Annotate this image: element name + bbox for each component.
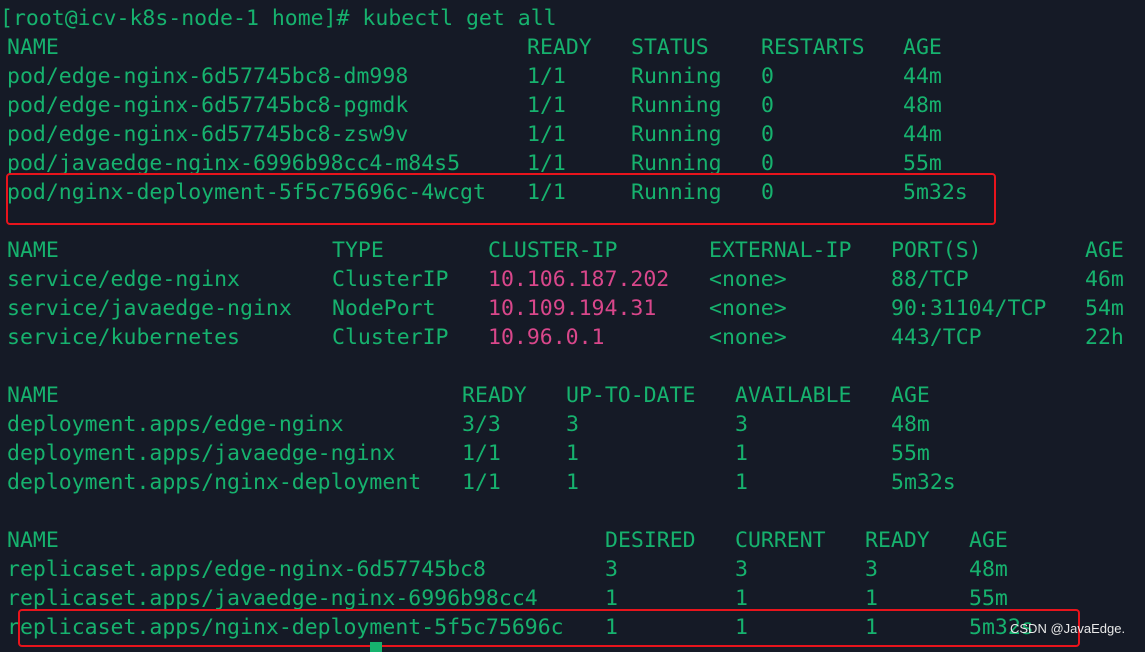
cell: 48m [969, 555, 1008, 584]
cell: pod/edge-nginx-6d57745bc8-dm998 [7, 62, 408, 91]
cell: 10.96.0.1 [488, 323, 605, 352]
cell: NodePort [332, 294, 436, 323]
replicasets-header-row: NAME DESIRED CURRENT READY AGE [0, 526, 1145, 555]
column-header: READY [462, 381, 527, 410]
cell: <none> [709, 294, 787, 323]
deployments-header-row: NAME READY UP-TO-DATE AVAILABLE AGE [0, 381, 1145, 410]
column-header: PORT(S) [891, 236, 982, 265]
cell: pod/edge-nginx-6d57745bc8-zsw9v [7, 120, 408, 149]
highlight-box-pod [6, 173, 996, 225]
cell: 443/TCP [891, 323, 982, 352]
cell: replicaset.apps/edge-nginx-6d57745bc8 [7, 555, 486, 584]
cell: 1/1 [527, 120, 566, 149]
column-header: READY [865, 526, 930, 555]
cell: <none> [709, 323, 787, 352]
replicasets-row: replicaset.apps/edge-nginx-6d57745bc8 3 3 3… [0, 555, 1145, 584]
cell: 54m [1085, 294, 1124, 323]
services-row: service/javaedge-nginx NodePort 10.109.194… [0, 294, 1145, 323]
services-row: service/kubernetes ClusterIP 10.96.0.1 <non… [0, 323, 1145, 352]
cell: Running [631, 62, 722, 91]
cell: 1/1 [462, 439, 501, 468]
cell: 48m [903, 91, 942, 120]
column-header: CLUSTER-IP [488, 236, 617, 265]
cell: 3 [566, 410, 579, 439]
cell: 1/1 [527, 62, 566, 91]
column-header: READY [527, 33, 592, 62]
cell: 22h [1085, 323, 1124, 352]
cell: <none> [709, 265, 787, 294]
cell: 88/TCP [891, 265, 969, 294]
cell: 3/3 [462, 410, 501, 439]
watermark: CSDN @JavaEdge. [1010, 621, 1125, 636]
column-header: CURRENT [735, 526, 826, 555]
highlight-box-replicaset [18, 609, 1080, 647]
cell: Running [631, 91, 722, 120]
cell: 48m [891, 410, 930, 439]
cell: 3 [865, 555, 878, 584]
cell: 0 [761, 62, 774, 91]
cell: 1 [566, 439, 579, 468]
pods-row: pod/edge-nginx-6d57745bc8-dm998 1/1 Runnin… [0, 62, 1145, 91]
cell: 55m [891, 439, 930, 468]
command-line: [root@icv-k8s-node-1 home]# kubectl get … [0, 4, 1145, 33]
cell: service/javaedge-nginx [7, 294, 292, 323]
services-row: service/edge-nginx ClusterIP 10.106.187.20… [0, 265, 1145, 294]
pods-row: pod/edge-nginx-6d57745bc8-pgmdk 1/1 Runnin… [0, 91, 1145, 120]
column-header: DESIRED [605, 526, 696, 555]
cell: 5m32s [891, 468, 956, 497]
column-header: NAME [7, 236, 59, 265]
column-header: AGE [903, 33, 942, 62]
cell: 90:31104/TCP [891, 294, 1046, 323]
pods-row: pod/edge-nginx-6d57745bc8-zsw9v 1/1 Runnin… [0, 120, 1145, 149]
column-header: AVAILABLE [735, 381, 852, 410]
column-header: EXTERNAL-IP [709, 236, 851, 265]
cell: 3 [605, 555, 618, 584]
cell: ClusterIP [332, 323, 449, 352]
cell: deployment.apps/edge-nginx [7, 410, 344, 439]
cell: 1/1 [527, 91, 566, 120]
cell: service/edge-nginx [7, 265, 240, 294]
column-header: STATUS [631, 33, 709, 62]
column-header: TYPE [332, 236, 384, 265]
deployments-row: deployment.apps/javaedge-nginx 1/1 1 1 55m [0, 439, 1145, 468]
cell: service/kubernetes [7, 323, 240, 352]
column-header: AGE [891, 381, 930, 410]
terminal-cursor [370, 642, 382, 652]
cell: 46m [1085, 265, 1124, 294]
cell: 44m [903, 62, 942, 91]
cell: 1/1 [462, 468, 501, 497]
cell: 3 [735, 410, 748, 439]
cell: 0 [761, 91, 774, 120]
cell: pod/edge-nginx-6d57745bc8-pgmdk [7, 91, 408, 120]
cell: 10.106.187.202 [488, 265, 669, 294]
cell: 0 [761, 120, 774, 149]
cell: 3 [735, 555, 748, 584]
cell: 44m [903, 120, 942, 149]
deployments-row: deployment.apps/nginx-deployment 1/1 1 1 5m3… [0, 468, 1145, 497]
pods-header-row: NAME READY STATUS RESTARTS AGE [0, 33, 1145, 62]
column-header: NAME [7, 33, 59, 62]
cell: deployment.apps/javaedge-nginx [7, 439, 395, 468]
cell: 1 [735, 468, 748, 497]
column-header: NAME [7, 526, 59, 555]
services-header-row: NAME TYPE CLUSTER-IP EXTERNAL-IP PORT(S) AGE [0, 236, 1145, 265]
deployments-row: deployment.apps/edge-nginx 3/3 3 3 48m [0, 410, 1145, 439]
column-header: UP-TO-DATE [566, 381, 695, 410]
column-header: AGE [969, 526, 1008, 555]
column-header: NAME [7, 381, 59, 410]
column-header: AGE [1085, 236, 1124, 265]
cell: 10.109.194.31 [488, 294, 656, 323]
cell: deployment.apps/nginx-deployment [7, 468, 421, 497]
cell: 1 [566, 468, 579, 497]
cell: 1 [735, 439, 748, 468]
cell: ClusterIP [332, 265, 449, 294]
column-header: RESTARTS [761, 33, 865, 62]
cell: Running [631, 120, 722, 149]
